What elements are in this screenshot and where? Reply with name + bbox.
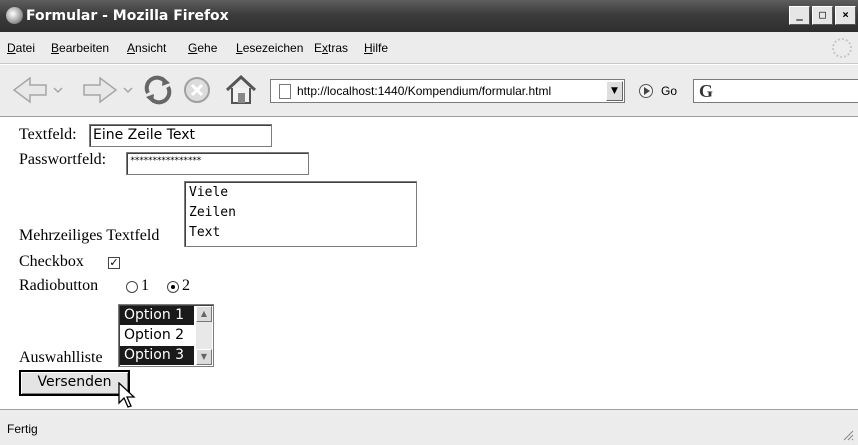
url-input[interactable]: http://localhost:1440/Kompendium/formula… xyxy=(297,84,606,98)
text-input[interactable]: Eine Zeile Text xyxy=(89,124,272,147)
select-option-3[interactable]: Option 3 xyxy=(120,346,194,365)
scroll-up-icon[interactable]: ▲ xyxy=(196,306,212,322)
radio-option-1-label: 1 xyxy=(141,277,149,294)
status-text: Fertig xyxy=(7,422,38,436)
search-box[interactable]: G xyxy=(693,79,858,103)
menu-gehe[interactable]: Gehe xyxy=(188,41,217,55)
page-icon xyxy=(279,83,291,99)
reload-icon[interactable] xyxy=(140,73,176,107)
window-controls: _ □ × xyxy=(789,6,856,25)
resize-grip-icon[interactable] xyxy=(842,429,854,441)
page-content: Textfeld: Eine Zeile Text Passwortfeld: … xyxy=(0,117,858,409)
textarea-line: Zeilen xyxy=(189,205,236,220)
forward-icon[interactable] xyxy=(80,73,138,107)
textarea-line: Viele xyxy=(189,185,229,200)
minimize-button[interactable]: _ xyxy=(789,6,810,25)
password-input[interactable]: **************** xyxy=(126,152,309,175)
checkbox[interactable]: ✓ xyxy=(108,257,120,269)
multiline-textarea[interactable]: Viele Zeilen Text xyxy=(184,181,417,247)
home-icon[interactable] xyxy=(223,73,259,107)
password-label: Passwortfeld: xyxy=(19,151,107,168)
menu-ansicht[interactable]: Ansicht xyxy=(127,41,166,55)
radio-option-2-label: 2 xyxy=(182,277,190,294)
submit-button[interactable]: Versenden xyxy=(19,370,130,396)
search-engine-icon[interactable]: G xyxy=(699,81,713,102)
radio-label: Radiobutton xyxy=(19,277,99,294)
menu-hilfe[interactable]: Hilfe xyxy=(364,41,388,55)
url-dropdown-button[interactable]: ▼ xyxy=(606,81,623,101)
go-icon[interactable] xyxy=(639,84,653,98)
close-button[interactable]: × xyxy=(835,6,856,25)
textarea-line: Text xyxy=(189,225,221,240)
status-bar: Fertig xyxy=(0,409,858,445)
select-option-1[interactable]: Option 1 xyxy=(120,306,194,325)
window-titlebar[interactable]: Formular - Mozilla Firefox _ □ × xyxy=(0,0,858,32)
textarea-label: Mehrzeiliges Textfeld xyxy=(19,227,160,244)
select-scrollbar[interactable]: ▲ ▼ xyxy=(196,306,212,365)
menu-lesezeichen[interactable]: Lesezeichen xyxy=(236,41,303,55)
menu-extras[interactable]: Extras xyxy=(314,41,348,55)
select-list[interactable]: Option 1 Option 2 Option 3 ▲ ▼ xyxy=(118,304,214,367)
navigation-toolbar: http://localhost:1440/Kompendium/formula… xyxy=(0,65,858,117)
menu-bearbeiten[interactable]: Bearbeiten xyxy=(51,41,109,55)
select-option-2[interactable]: Option 2 xyxy=(120,326,194,345)
scroll-down-icon[interactable]: ▼ xyxy=(196,349,212,365)
menu-datei[interactable]: Datei xyxy=(7,41,35,55)
checkbox-label: Checkbox xyxy=(19,253,84,270)
stop-icon[interactable] xyxy=(180,73,214,107)
textfield-label: Textfeld: xyxy=(19,126,77,143)
radio-option-1[interactable] xyxy=(126,281,138,293)
firefox-icon xyxy=(6,7,23,24)
throbber-icon xyxy=(832,38,852,58)
menu-bar: Datei Bearbeiten Ansicht Gehe Lesezeiche… xyxy=(0,32,858,64)
back-icon[interactable] xyxy=(10,73,68,107)
address-bar[interactable]: http://localhost:1440/Kompendium/formula… xyxy=(270,79,625,103)
go-button[interactable]: Go xyxy=(661,84,677,98)
select-label: Auswahlliste xyxy=(19,349,103,366)
window-title: Formular - Mozilla Firefox xyxy=(26,8,229,24)
radio-option-2[interactable] xyxy=(167,281,179,293)
maximize-button[interactable]: □ xyxy=(812,6,833,25)
mouse-cursor-icon xyxy=(118,382,136,408)
